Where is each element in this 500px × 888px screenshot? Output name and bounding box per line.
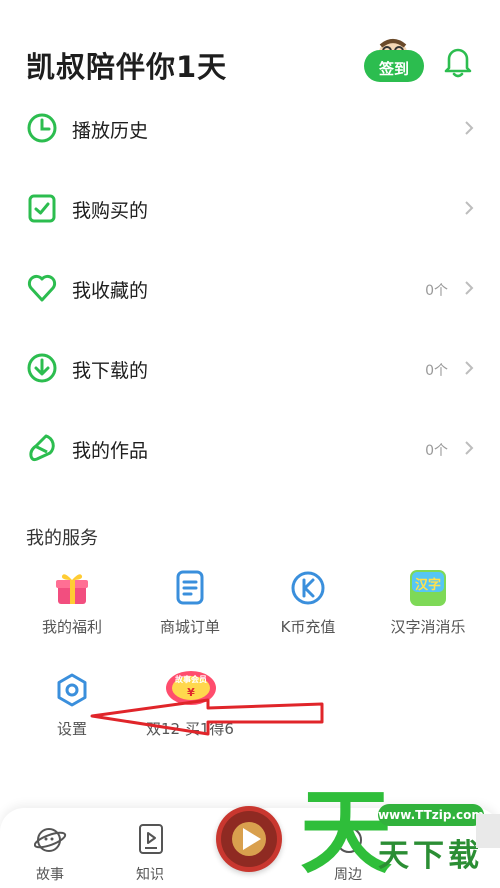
bell-icon[interactable] (444, 46, 472, 78)
hanzi-icon-text: 汉字 (415, 577, 441, 593)
page-title: 凯叔陪伴你1天 (26, 50, 228, 84)
player-button[interactable] (216, 806, 282, 872)
tab-knowledge[interactable]: 知识 (120, 822, 180, 883)
shopping-bag-icon (28, 194, 56, 223)
favorites-count: 0个 (425, 283, 448, 299)
document-icon (176, 570, 204, 605)
play-icon (221, 811, 277, 867)
service-label: 我的福利 (41, 618, 102, 636)
hanzi-game-icon: 汉字 (410, 570, 446, 606)
menu-item-history[interactable]: 播放历史 (0, 90, 500, 170)
tab-stories[interactable]: 故事 (20, 822, 80, 883)
chevron-right-icon (465, 361, 474, 375)
kcoin-icon (291, 571, 325, 605)
menu-item-favorites[interactable]: 我收藏的 0个 (0, 250, 500, 330)
settings-hexagon-icon (57, 673, 87, 707)
watermark-text: 天下载 (378, 838, 483, 874)
service-hanzi-game[interactable]: 汉字 汉字消消乐 (368, 570, 488, 660)
annotation-arrow-icon (90, 698, 324, 736)
brush-icon (29, 434, 55, 462)
gift-icon (56, 574, 88, 604)
menu-item-label: 我购买的 (72, 200, 149, 222)
chevron-right-icon (465, 281, 474, 295)
planet-icon (34, 828, 67, 852)
works-count: 0个 (425, 443, 448, 459)
services-section-title: 我的服务 (26, 528, 98, 549)
signin-button[interactable]: 签到 (364, 50, 424, 82)
menu-item-label: 播放历史 (72, 120, 149, 142)
heart-icon (27, 274, 57, 302)
menu-item-purchased[interactable]: 我购买的 (0, 170, 500, 250)
video-book-icon (139, 824, 163, 854)
chevron-right-icon (465, 121, 474, 135)
menu-item-label: 我的作品 (72, 440, 149, 462)
menu-item-works[interactable]: 我的作品 0个 (0, 410, 500, 490)
watermark-edge (476, 814, 500, 848)
promo-image-text: 故事会员 (175, 674, 207, 684)
service-orders[interactable]: 商城订单 (130, 570, 250, 660)
tab-label: 故事 (36, 867, 64, 883)
service-label: K币充值 (280, 618, 336, 636)
service-label: 汉字消消乐 (390, 618, 466, 636)
menu-item-label: 我收藏的 (72, 280, 149, 302)
service-label: 商城订单 (159, 618, 220, 636)
menu-item-downloads[interactable]: 我下载的 0个 (0, 330, 500, 410)
menu-item-label: 我下载的 (72, 360, 149, 382)
chevron-right-icon (465, 441, 474, 455)
chevron-right-icon (465, 201, 474, 215)
clock-icon (27, 113, 57, 143)
service-welfare[interactable]: 我的福利 (12, 570, 132, 660)
tab-label: 知识 (136, 867, 164, 883)
watermark-url: www.TTzip.com (378, 804, 484, 826)
downloads-count: 0个 (425, 363, 448, 379)
download-icon (27, 353, 57, 383)
service-kcoin-recharge[interactable]: K币充值 (248, 570, 368, 660)
